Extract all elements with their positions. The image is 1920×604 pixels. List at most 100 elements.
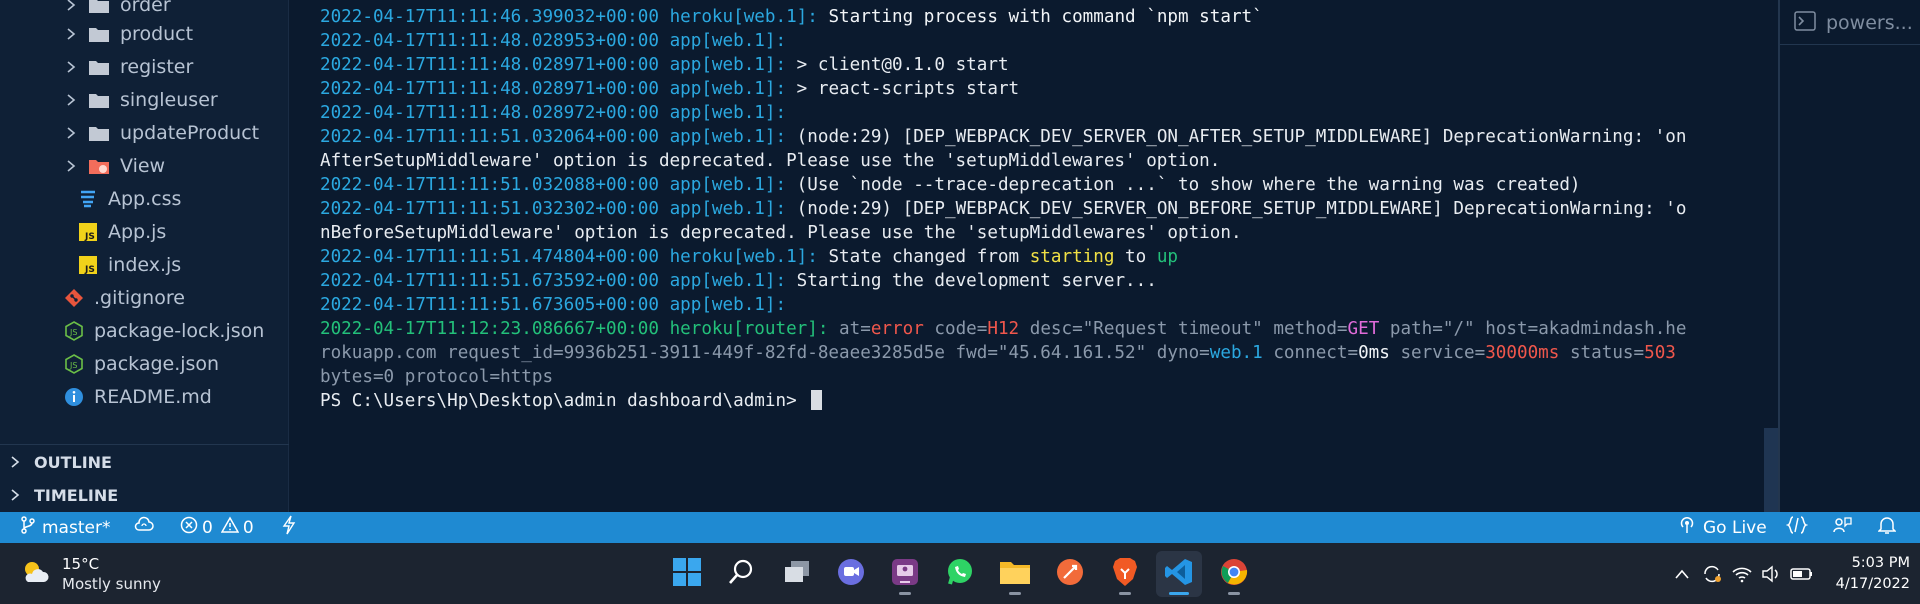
terminal-line: 2022-04-17T11:11:48.028971+00:00 app[web… bbox=[320, 55, 1009, 75]
outline-section-header[interactable]: OUTLINE bbox=[8, 446, 112, 478]
broadcast-icon bbox=[1677, 515, 1697, 540]
windows-logo-icon bbox=[672, 557, 702, 591]
timeline-section-header[interactable]: TIMELINE bbox=[8, 479, 118, 511]
meet-app-button[interactable] bbox=[882, 551, 928, 597]
taskbar-clock[interactable]: 5:03 PM 4/17/2022 bbox=[1830, 553, 1910, 595]
search-button[interactable] bbox=[718, 551, 764, 597]
braces-icon bbox=[1785, 515, 1809, 540]
branch-name: master* bbox=[42, 517, 111, 538]
system-tray bbox=[1668, 543, 1818, 604]
tree-file-gitignore[interactable]: .gitignore bbox=[64, 282, 185, 314]
vscode-icon bbox=[1164, 557, 1194, 591]
tree-folder-view[interactable]: View bbox=[64, 150, 165, 182]
postman-button[interactable] bbox=[1047, 551, 1093, 597]
js-file-icon: JS bbox=[78, 255, 98, 275]
terminal-line: 2022-04-17T11:11:46.399032+00:00 heroku[… bbox=[320, 7, 1263, 27]
sync-button[interactable] bbox=[134, 512, 154, 543]
terminal-tab-label: powers... bbox=[1826, 12, 1913, 34]
tree-item-label: App.css bbox=[108, 188, 182, 210]
formatter-button[interactable] bbox=[1785, 512, 1809, 543]
teams-chat-button[interactable] bbox=[828, 551, 874, 597]
tree-folder-singleuser[interactable]: singleuser bbox=[64, 84, 218, 116]
meet-app-icon bbox=[890, 557, 920, 591]
tree-file-index-js[interactable]: JS index.js bbox=[78, 249, 181, 281]
folder-icon bbox=[88, 124, 110, 142]
brave-lion-icon bbox=[1111, 557, 1139, 591]
terminal-scrollbar[interactable] bbox=[1764, 428, 1778, 512]
battery-icon[interactable] bbox=[1788, 560, 1816, 588]
css-file-icon bbox=[78, 189, 98, 209]
terminal-prompt[interactable]: PS C:\Users\Hp\Desktop\admin dashboard\a… bbox=[320, 389, 823, 413]
terminal-tab-powershell[interactable]: powers... bbox=[1794, 8, 1913, 38]
branch-indicator[interactable]: master* bbox=[20, 512, 110, 543]
weather-desc: Mostly sunny bbox=[62, 575, 161, 593]
tree-item-label: index.js bbox=[108, 254, 182, 276]
chrome-button[interactable] bbox=[1211, 551, 1257, 597]
svg-text:JS: JS bbox=[69, 361, 77, 370]
tree-folder-register[interactable]: register bbox=[64, 51, 193, 83]
tree-folder-updateproduct[interactable]: updateProduct bbox=[64, 117, 259, 149]
file-explorer-button[interactable] bbox=[992, 551, 1038, 597]
tree-file-readme[interactable]: README.md bbox=[64, 381, 212, 413]
tree-item-label: order bbox=[120, 0, 171, 16]
weather-text: 15°C Mostly sunny bbox=[62, 554, 161, 594]
volume-icon[interactable] bbox=[1758, 560, 1786, 588]
tree-file-app-js[interactable]: JS App.js bbox=[78, 216, 166, 248]
problems-indicator[interactable]: 0 0 bbox=[180, 512, 254, 543]
explorer-sidebar: order product register singleuser update… bbox=[0, 0, 289, 512]
task-view-button[interactable] bbox=[774, 551, 820, 597]
chevron-right-icon bbox=[64, 159, 78, 173]
nodejs-file-icon: JS bbox=[64, 321, 84, 341]
lightning-icon bbox=[282, 515, 296, 540]
terminal-line: 2022-04-17T11:11:51.673592+00:00 app[web… bbox=[320, 271, 1157, 291]
terminal-line: 2022-04-17T11:11:51.032302+00:00 app[web… bbox=[320, 199, 1687, 219]
whatsapp-icon bbox=[945, 557, 975, 591]
svg-text:JS: JS bbox=[84, 265, 95, 275]
tree-file-package-lock-json[interactable]: JS package-lock.json bbox=[64, 315, 264, 347]
svg-text:JS: JS bbox=[84, 232, 95, 242]
start-button[interactable] bbox=[664, 551, 710, 597]
go-live-button[interactable]: Go Live bbox=[1677, 512, 1767, 543]
wifi-icon[interactable] bbox=[1728, 560, 1756, 588]
terminal-line: AfterSetupMiddleware' option is deprecat… bbox=[320, 151, 1221, 171]
sync-icon[interactable] bbox=[1698, 560, 1726, 588]
running-indicator bbox=[1228, 592, 1240, 595]
tree-item-label: updateProduct bbox=[120, 122, 260, 144]
vscode-button[interactable] bbox=[1156, 551, 1202, 597]
tree-item-label: README.md bbox=[94, 386, 212, 408]
feedback-button[interactable] bbox=[1832, 512, 1852, 543]
tree-folder-product[interactable]: product bbox=[64, 18, 193, 50]
terminal-panel[interactable]: 2022-04-17T11:11:46.399032+00:00 heroku[… bbox=[290, 0, 1778, 512]
terminal-line: 2022-04-17T11:11:48.028953+00:00 app[web… bbox=[320, 31, 787, 51]
chevron-right-icon bbox=[8, 488, 22, 502]
tree-file-app-css[interactable]: App.css bbox=[78, 183, 181, 215]
tree-item-label: singleuser bbox=[120, 89, 218, 111]
postman-icon bbox=[1055, 557, 1085, 591]
notifications-button[interactable] bbox=[1877, 512, 1897, 543]
weather-widget[interactable]: 15°C Mostly sunny bbox=[20, 553, 161, 595]
go-live-label: Go Live bbox=[1703, 517, 1767, 538]
terminal-line: 2022-04-17T11:11:48.028972+00:00 app[web… bbox=[320, 103, 787, 123]
tree-item-label: package-lock.json bbox=[94, 320, 265, 342]
terminal-line: nBeforeSetupMiddleware' option is deprec… bbox=[320, 223, 1242, 243]
search-icon bbox=[727, 558, 755, 590]
status-bar: master* 0 0 Go Live bbox=[0, 512, 1920, 543]
brave-browser-button[interactable] bbox=[1102, 551, 1148, 597]
running-indicator bbox=[1119, 592, 1131, 595]
tree-file-package-json[interactable]: JS package.json bbox=[64, 348, 219, 380]
running-indicator bbox=[1169, 592, 1189, 595]
tree-item-label: .gitignore bbox=[94, 287, 185, 309]
tree-item-label: product bbox=[120, 23, 194, 45]
whatsapp-button[interactable] bbox=[937, 551, 983, 597]
weather-temp: 15°C bbox=[62, 555, 100, 573]
tree-item-label: App.js bbox=[108, 221, 167, 243]
folder-icon bbox=[88, 58, 110, 76]
tree-item-label: package.json bbox=[94, 353, 220, 375]
terminal-line: 2022-04-17T11:11:48.028971+00:00 app[web… bbox=[320, 79, 1020, 99]
tree-item-label: register bbox=[120, 56, 194, 78]
chevron-up-icon[interactable] bbox=[1668, 560, 1696, 588]
lightning-button[interactable] bbox=[282, 512, 296, 543]
sun-cloud-icon bbox=[20, 558, 50, 590]
person-feedback-icon bbox=[1832, 515, 1852, 540]
task-view-icon bbox=[782, 558, 812, 590]
